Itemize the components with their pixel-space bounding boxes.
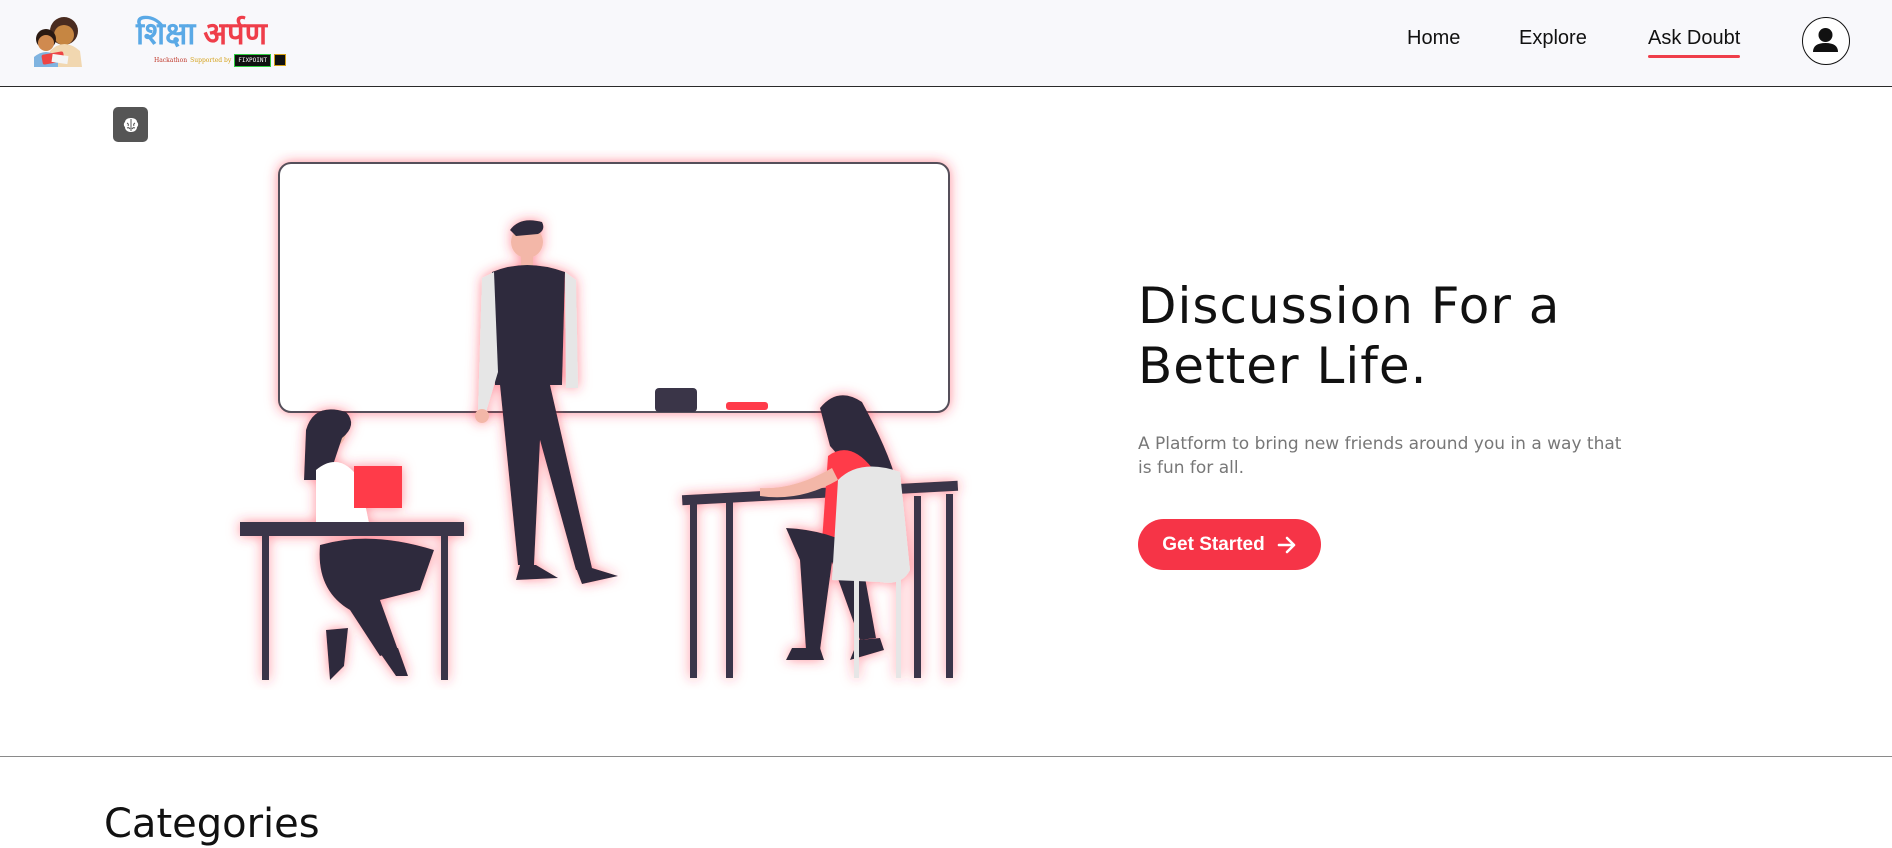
hero-subtitle: A Platform to bring new friends around y… [1138, 434, 1622, 478]
brand-tagline-supported: Supported by [190, 56, 232, 64]
brand-word-arpan: अर्पण [203, 16, 268, 52]
brand-name: शिक्षा अर्पण [136, 16, 267, 52]
brand-word-shiksha: शिक्षा [136, 16, 196, 52]
hero-title-line1: Discussion For a [1138, 277, 1561, 335]
site-logo-icon[interactable] [28, 11, 88, 69]
sponsor-badge: FIXPOINT [234, 53, 272, 67]
brand-tagline-hackathon: Hackathon [154, 56, 188, 64]
hero-title-line2: Better Life. [1138, 337, 1428, 395]
section-divider [0, 756, 1892, 757]
brain-icon [123, 117, 138, 132]
get-started-button[interactable]: Get Started [1138, 519, 1321, 570]
brain-toggle-button[interactable] [113, 107, 148, 142]
user-icon [1813, 28, 1838, 52]
hero-title: Discussion For a Better Life. [1138, 276, 1698, 396]
nav-home-link[interactable]: Home [1407, 27, 1460, 50]
brand-logo[interactable]: शिक्षा अर्पण Hackathon Supported by FIXPO… [136, 16, 296, 70]
arrow-right-icon [1277, 536, 1296, 553]
nav-ask-doubt-link[interactable]: Ask Doubt [1648, 27, 1741, 58]
nav-explore-link[interactable]: Explore [1519, 27, 1587, 50]
classroom-discussion-illustration [220, 150, 980, 690]
top-navbar: शिक्षा अर्पण Hackathon Supported by FIXPO… [0, 0, 1892, 87]
profile-avatar-button[interactable] [1802, 17, 1850, 65]
categories-heading: Categories [104, 801, 320, 847]
brand-tagline: Hackathon Supported by FIXPOINT [154, 53, 287, 67]
get-started-label: Get Started [1162, 533, 1265, 555]
sponsor-square-icon [274, 54, 287, 66]
